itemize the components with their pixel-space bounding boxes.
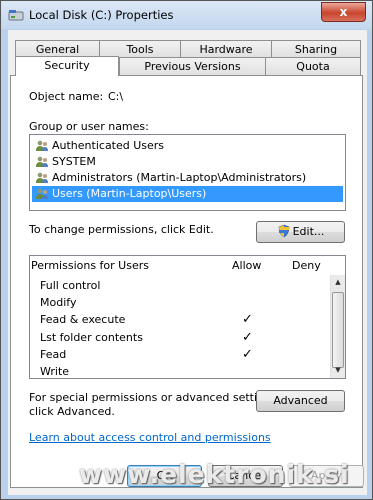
advanced-button[interactable]: Advanced	[256, 390, 345, 412]
permission-row: Lst folder contents	[40, 329, 143, 346]
tab-sharing[interactable]: Sharing	[271, 40, 361, 57]
users-icon	[36, 156, 48, 167]
apply-button[interactable]: Apply	[289, 465, 364, 487]
permission-name: Write	[40, 365, 70, 378]
special-permissions-hint-line1: For special permissions or advanced sett…	[29, 391, 281, 404]
permission-row: Fead & execute	[40, 311, 125, 328]
users-icon	[36, 172, 48, 183]
ok-button-label: OK	[156, 469, 173, 482]
close-button[interactable]: x	[321, 2, 366, 22]
permission-name: Modify	[40, 296, 77, 309]
tab-tools[interactable]: Tools	[99, 40, 181, 57]
permission-row: Modify	[40, 294, 76, 311]
object-name-value: C:\	[108, 90, 124, 103]
allow-check-icon: ✓	[242, 312, 253, 327]
users-icon	[36, 140, 48, 151]
tab-security[interactable]: Security	[15, 56, 119, 76]
properties-window: Local Disk (C:) Properties x General Too…	[0, 0, 373, 500]
group-label: SYSTEM	[52, 155, 96, 168]
groups-listbox[interactable]: Authenticated Users SYSTEM Administrator…	[29, 134, 346, 211]
special-permissions-hint-line2: click Advanced.	[29, 405, 115, 418]
permissions-list[interactable]: Permissions for Users Allow Deny Full co…	[29, 255, 346, 379]
tab-label: Hardware	[199, 43, 253, 56]
edit-button-label: Edit...	[292, 225, 325, 238]
permission-name: Fead & execute	[40, 313, 126, 326]
group-item-authenticated-users[interactable]: Authenticated Users	[32, 138, 164, 154]
tab-label: Sharing	[294, 43, 338, 56]
permission-name: Full control	[40, 279, 101, 292]
group-label: Users (Martin-Laptop\Users)	[52, 187, 207, 200]
permissions-body: Full control Modify Fead & execute ✓ Lst…	[30, 275, 345, 378]
object-name-label: Object name:	[29, 90, 104, 103]
group-label: Authenticated Users	[52, 139, 165, 152]
uac-shield-icon	[278, 224, 289, 238]
edit-button[interactable]: Edit...	[256, 221, 345, 243]
tab-label: Previous Versions	[144, 60, 241, 73]
cancel-button[interactable]: Cancel	[208, 465, 283, 487]
dialog-client-area: General Tools Hardware Sharing Security …	[8, 30, 367, 495]
tab-previous-versions[interactable]: Previous Versions	[119, 57, 266, 76]
tab-label: Security	[44, 59, 90, 72]
tab-label: General	[35, 43, 80, 56]
allow-check-icon: ✓	[242, 347, 253, 362]
permissions-header: Permissions for Users	[31, 259, 149, 272]
tab-label: Tools	[126, 43, 154, 56]
permission-row: Full control	[40, 277, 100, 294]
scroll-down-arrow-icon[interactable]: ▼	[331, 363, 345, 378]
allow-header: Allow	[232, 259, 262, 272]
tab-general[interactable]: General	[15, 40, 100, 57]
advanced-button-label: Advanced	[273, 394, 328, 407]
cancel-button-label: Cancel	[226, 469, 265, 482]
window-title: Local Disk (C:) Properties	[29, 8, 174, 22]
tab-quota[interactable]: Quota	[265, 57, 361, 76]
change-permissions-hint: To change permissions, click Edit.	[29, 223, 214, 236]
group-item-administrators[interactable]: Administrators (Martin-Laptop\Administra…	[32, 170, 306, 186]
tab-label: Quota	[296, 60, 330, 73]
permission-name: Fead	[40, 348, 67, 361]
group-item-users[interactable]: Users (Martin-Laptop\Users)	[32, 186, 343, 202]
scrollbar-thumb[interactable]	[332, 292, 344, 368]
learn-more-link[interactable]: Learn about access control and permissio…	[29, 431, 271, 444]
title-bar[interactable]: Local Disk (C:) Properties x	[1, 1, 372, 29]
security-panel: Object name: C:\ Group or user names: Au…	[10, 75, 363, 488]
scroll-up-arrow-icon[interactable]: ▲	[331, 275, 345, 290]
allow-check-icon: ✓	[242, 330, 253, 345]
close-icon: x	[339, 5, 348, 19]
drive-icon	[8, 10, 24, 21]
ok-button[interactable]: OK	[127, 465, 202, 487]
group-item-system[interactable]: SYSTEM	[32, 154, 96, 170]
permission-row: Fead	[40, 346, 66, 363]
group-label: Administrators (Martin-Laptop\Administra…	[52, 171, 307, 184]
deny-header: Deny	[292, 259, 321, 272]
permission-name: Lst folder contents	[40, 331, 143, 344]
permission-row: Write	[40, 363, 69, 378]
permissions-scrollbar[interactable]: ▲ ▼	[330, 275, 345, 378]
groups-label: Group or user names:	[29, 120, 149, 133]
tab-hardware[interactable]: Hardware	[180, 40, 272, 57]
users-icon	[36, 188, 48, 199]
apply-button-label: Apply	[310, 469, 343, 482]
